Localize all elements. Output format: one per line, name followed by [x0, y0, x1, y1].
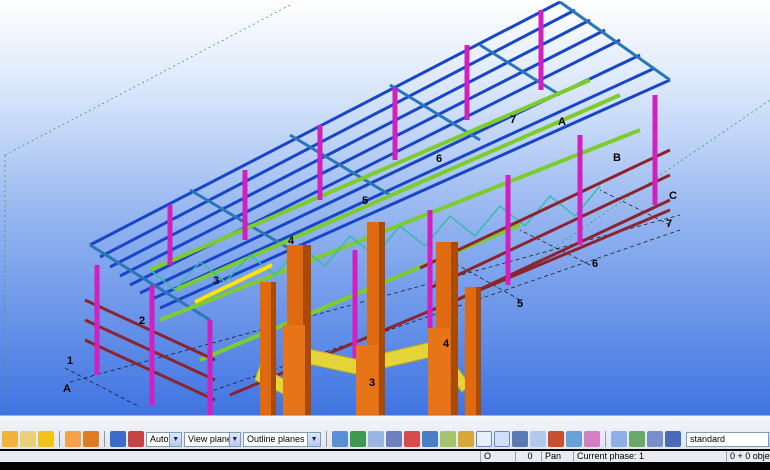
grid-label-7: 7 [510, 114, 517, 126]
grid-label-4-lower: 4 [443, 338, 450, 350]
snap-extension-icon[interactable] [65, 431, 81, 447]
grid-label-7-lower: 7 [666, 218, 673, 230]
grid-label-3-lower: 3 [369, 377, 376, 389]
select-all-icon[interactable] [332, 431, 348, 447]
select-cut-icon[interactable] [422, 431, 438, 447]
select-part-icon[interactable] [350, 431, 366, 447]
separator [326, 431, 327, 447]
select-view-icon[interactable] [566, 431, 582, 447]
snap-midpoint-icon[interactable] [20, 431, 36, 447]
chevron-down-icon[interactable]: ▼ [307, 432, 320, 446]
grid-label-c: C [669, 190, 677, 202]
grid-label-5: 5 [362, 195, 369, 207]
display-icon[interactable] [128, 431, 144, 447]
status-objects: 0 + 0 objects [726, 451, 770, 462]
render-icon[interactable] [110, 431, 126, 447]
status-phase: Current phase: 1 [573, 451, 727, 462]
grid-label-6: 6 [436, 153, 443, 165]
grid-label-2: 2 [139, 315, 146, 327]
select-reinforcement-icon[interactable] [530, 431, 546, 447]
select-bolt-icon[interactable] [476, 431, 492, 447]
select-component-icon[interactable] [458, 431, 474, 447]
chevron-down-icon[interactable]: ▼ [228, 432, 240, 446]
status-mode: Pan [541, 451, 573, 462]
separator [59, 431, 60, 447]
model-viewport[interactable]: 1 2 3 4 5 6 7 A B C A 5 6 7 3 4 [0, 0, 770, 415]
snap-icon[interactable] [2, 431, 18, 447]
filter-parts-icon[interactable] [629, 431, 645, 447]
grid-label-b: B [613, 152, 621, 164]
select-assembly-icon[interactable] [512, 431, 528, 447]
select-weld-icon[interactable] [404, 431, 420, 447]
grid-label-a-top: A [558, 116, 566, 128]
grid-label-5-lower: 5 [517, 298, 524, 310]
separator [605, 431, 606, 447]
outline-planes-select[interactable]: Outline planes ▼ [243, 431, 321, 447]
check-icon[interactable] [38, 431, 54, 447]
filter-icon[interactable] [611, 431, 627, 447]
select-surface-icon[interactable] [548, 431, 564, 447]
select-connection-icon[interactable] [440, 431, 456, 447]
render-mode-select[interactable]: Auto ▼ [146, 431, 182, 447]
select-point-icon[interactable] [368, 431, 384, 447]
filter-settings-icon[interactable] [665, 431, 681, 447]
status-origin: O [480, 451, 514, 462]
select-grid-icon[interactable] [386, 431, 402, 447]
status-value: 0 [515, 451, 541, 462]
bottom-toolbar: Auto ▼ View plane ▼ Outline planes ▼ standa… [0, 415, 770, 450]
select-single-bolt-icon[interactable] [494, 431, 510, 447]
grid-label-4: 4 [288, 235, 295, 247]
separator [104, 431, 105, 447]
grid-label-6-lower: 6 [592, 258, 599, 270]
selection-filter-select[interactable]: standard▼ [686, 431, 770, 447]
view-plane-select[interactable]: View plane ▼ [184, 431, 241, 447]
status-bar: O 0 Pan Current phase: 1 0 + 0 objects [0, 449, 770, 470]
grid-label-a: A [63, 383, 71, 395]
filter-objects-icon[interactable] [647, 431, 663, 447]
grid-label-1: 1 [67, 355, 74, 367]
grid-label-3: 3 [213, 275, 220, 287]
arrow-icon[interactable] [83, 431, 99, 447]
structure-model-view [4, 0, 770, 415]
select-plane-icon[interactable] [584, 431, 600, 447]
chevron-down-icon[interactable]: ▼ [169, 432, 181, 446]
